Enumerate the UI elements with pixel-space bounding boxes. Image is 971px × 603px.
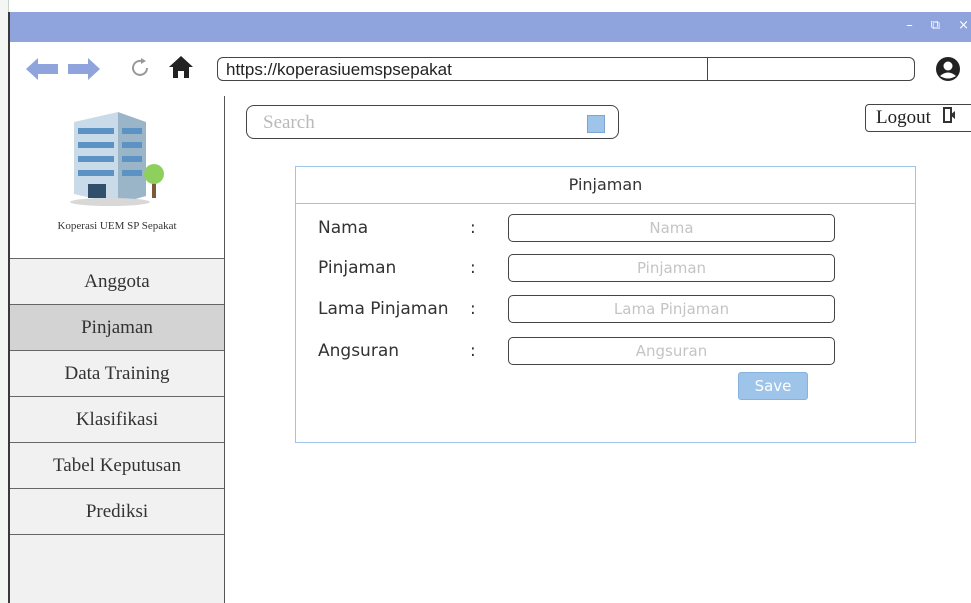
account-icon[interactable] [935,56,961,87]
angsuran-input[interactable] [508,337,835,365]
browser-toolbar: https://koperasiuemspsepakat [10,42,971,96]
sidebar-item-data-training[interactable]: Data Training [10,350,224,396]
sidebar-menu: Anggota Pinjaman Data Training Klasifika… [10,258,224,535]
sidebar: Koperasi UEM SP Sepakat Anggota Pinjaman… [10,96,225,603]
forward-arrow-icon[interactable] [66,56,102,87]
sidebar-item-anggota[interactable]: Anggota [10,258,224,304]
pinjaman-input[interactable] [508,254,835,282]
office-building-icon [62,108,172,213]
field-label: Angsuran [318,341,400,361]
field-label: Lama Pinjaman [318,299,449,319]
home-icon[interactable] [167,54,195,85]
field-colon: : [470,299,476,319]
sidebar-item-prediksi[interactable]: Prediksi [10,488,224,535]
window-controls: – ⧉ × [906,18,971,33]
sidebar-item-tabel-keputusan[interactable]: Tabel Keputusan [10,442,224,488]
field-colon: : [470,218,476,238]
logout-button[interactable]: Logout [865,104,971,132]
restore-icon[interactable]: ⧉ [931,18,940,33]
minimize-icon[interactable]: – [906,18,913,33]
search-icon[interactable] [587,115,605,133]
back-arrow-icon[interactable] [24,56,60,87]
main-content: Logout Pinjaman Nama : Pinjaman : Lama P… [224,96,971,603]
address-divider [707,58,708,80]
field-colon: : [470,258,476,278]
pinjaman-form: Pinjaman Nama : Pinjaman : Lama Pinjaman… [295,166,916,443]
browser-window: – ⧉ × https://koperasiuemspsepakat Koper… [8,12,971,603]
address-bar[interactable]: https://koperasiuemspsepakat [217,57,915,81]
organization-name: Koperasi UEM SP Sepakat [57,220,177,232]
reload-icon[interactable] [128,56,152,85]
form-title: Pinjaman [296,167,915,204]
title-bar: – ⧉ × [10,12,971,42]
field-colon: : [470,341,476,361]
logo-area: Koperasi UEM SP Sepakat [10,96,224,258]
close-icon[interactable]: × [958,18,969,33]
field-label: Pinjaman [318,258,397,278]
save-button[interactable]: Save [738,372,808,400]
logout-door-icon [942,106,956,132]
logout-label: Logout [876,107,931,128]
search-input[interactable] [261,111,565,135]
sidebar-item-pinjaman[interactable]: Pinjaman [10,304,224,350]
field-label: Nama [318,218,369,238]
lama-pinjaman-input[interactable] [508,295,835,323]
nama-input[interactable] [508,214,835,242]
url-text: https://koperasiuemspsepakat [226,60,452,79]
sidebar-item-klasifikasi[interactable]: Klasifikasi [10,396,224,442]
search-box [246,105,619,139]
